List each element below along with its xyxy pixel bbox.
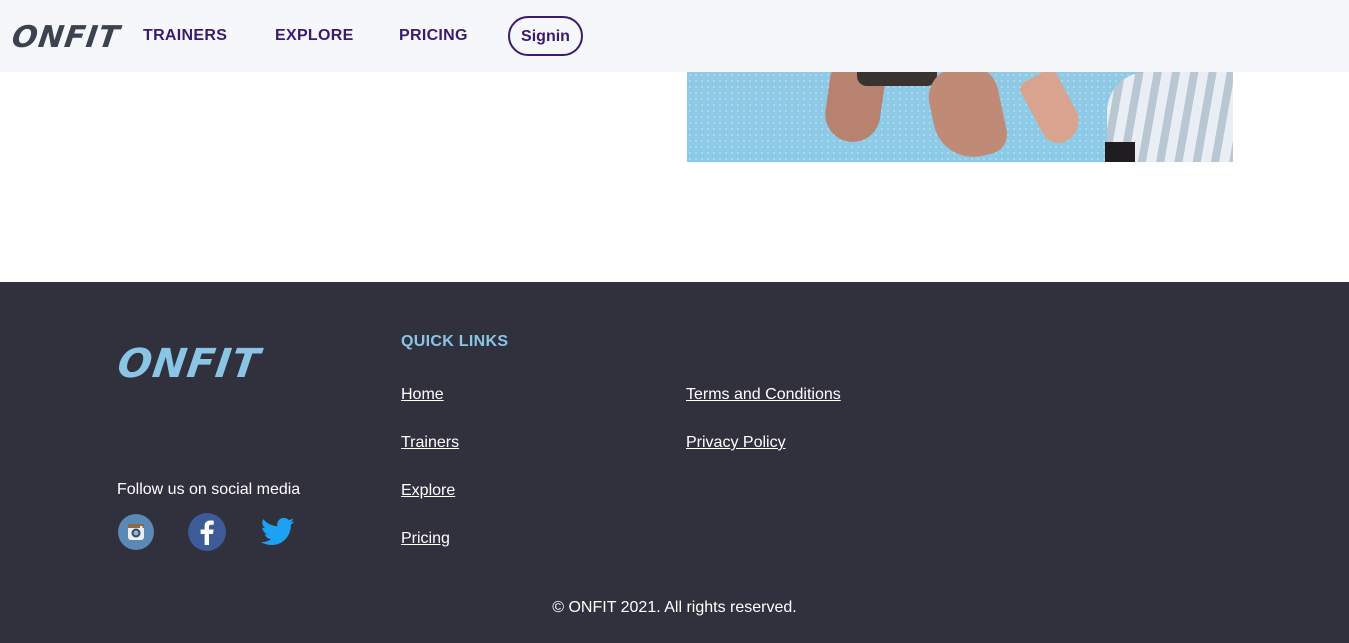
footer-link-explore[interactable]: Explore bbox=[401, 481, 455, 501]
signin-button[interactable]: Signin bbox=[508, 16, 583, 56]
nav-link-pricing[interactable]: PRICING bbox=[399, 26, 468, 46]
footer-link-privacy[interactable]: Privacy Policy bbox=[686, 433, 786, 453]
top-navbar: ONFIT TRAINERS EXPLORE PRICING Signin bbox=[0, 0, 1349, 72]
footer-link-trainers[interactable]: Trainers bbox=[401, 433, 459, 453]
brand-logo[interactable]: ONFIT bbox=[9, 20, 123, 56]
twitter-icon[interactable] bbox=[258, 512, 298, 552]
hero-image-runners bbox=[687, 72, 1233, 162]
nav-link-explore[interactable]: EXPLORE bbox=[275, 26, 354, 46]
instagram-icon[interactable] bbox=[116, 512, 156, 552]
footer-brand-logo: ONFIT bbox=[114, 341, 264, 387]
follow-social-label: Follow us on social media bbox=[117, 481, 301, 498]
facebook-icon[interactable] bbox=[187, 512, 227, 552]
quick-links-heading: QUICK LINKS bbox=[401, 333, 509, 350]
footer-link-home[interactable]: Home bbox=[401, 385, 444, 405]
footer-link-pricing[interactable]: Pricing bbox=[401, 529, 450, 549]
copyright-text: © ONFIT 2021. All rights reserved. bbox=[552, 599, 797, 616]
site-footer: ONFIT Follow us on social media QUICK LI… bbox=[0, 282, 1349, 643]
footer-link-terms[interactable]: Terms and Conditions bbox=[686, 385, 841, 405]
nav-link-trainers[interactable]: TRAINERS bbox=[143, 26, 227, 46]
